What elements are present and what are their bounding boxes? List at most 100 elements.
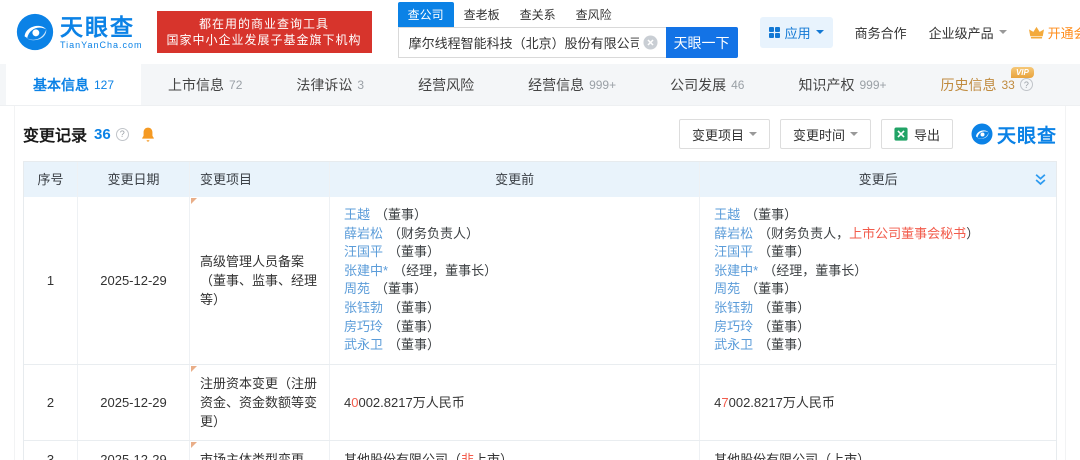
header-nav: 应用 商务合作 企业级产品 开通会员	[738, 17, 1080, 48]
tab[interactable]: 历史信息33VIP?	[914, 64, 1060, 105]
person-role: （董事）	[388, 319, 440, 334]
person-link[interactable]: 汪国平	[344, 244, 383, 259]
person-link[interactable]: 张钰勃	[344, 300, 383, 315]
change-date: 2025-12-29	[78, 365, 190, 440]
tab[interactable]: 上市信息72	[141, 64, 269, 105]
change-after: 其他股份有限公司（上市）	[700, 441, 1056, 460]
filter-dropdown[interactable]: 变更项目	[679, 119, 770, 149]
table-row: 22025-12-29注册资本变更（注册资金、资金数额等变更） 40002.821…	[24, 365, 1056, 441]
help-icon[interactable]: ?	[1020, 78, 1033, 91]
person-link[interactable]: 房巧玲	[344, 319, 383, 334]
person-entry: 薛岩松 （财务负责人）	[344, 225, 689, 244]
business-cooperation-link[interactable]: 商务合作	[855, 23, 907, 42]
person-link[interactable]: 王越	[344, 207, 370, 222]
chevron-down-icon	[999, 30, 1007, 38]
person-role: （经理，董事长）	[763, 263, 867, 278]
slogan-line-1: 都在用的商业查询工具	[167, 16, 362, 32]
person-link[interactable]: 张钰勃	[714, 300, 753, 315]
person-entry: 武永卫（董事）	[714, 336, 1046, 355]
person-link[interactable]: 周苑	[344, 281, 370, 296]
tab[interactable]: 经营风险	[391, 64, 501, 105]
section-title: 变更记录	[23, 122, 87, 146]
table-row: 32025-12-29市场主体类型变更其他股份有限公司（非上市）其他股份有限公司…	[24, 441, 1056, 460]
person-link[interactable]: 周苑	[714, 281, 740, 296]
person-entry: 周苑 （董事）	[344, 280, 689, 299]
tab[interactable]: 法律诉讼3	[269, 64, 391, 105]
person-role: （董事）	[758, 244, 810, 259]
person-entry: 薛岩松 （财务负责人，上市公司董事会秘书）	[714, 225, 1046, 244]
person-link[interactable]: 薛岩松	[714, 226, 753, 241]
search-tabs: 查公司查老板查关系查风险	[398, 3, 738, 27]
brand-domain: TianYanCha.com	[60, 40, 143, 50]
column-header: 变更项目	[190, 162, 330, 197]
export-button[interactable]: 导出	[881, 119, 953, 149]
person-role: （董事）	[375, 207, 427, 222]
person-link[interactable]: 武永卫	[714, 337, 753, 352]
person-link[interactable]: 张建中*	[714, 263, 758, 278]
main-content: 变更记录 36 ? 变更项目变更时间 导出	[14, 106, 1066, 460]
column-header: 变更前	[330, 162, 700, 197]
chevron-down-icon	[816, 30, 824, 38]
change-value: 47002.8217万人民币	[714, 393, 1046, 412]
person-role: （财务负责人）	[388, 226, 479, 241]
person-role: （董事）	[388, 337, 440, 352]
clear-search-icon[interactable]	[643, 35, 658, 50]
tab[interactable]: 经营信息999+	[501, 64, 643, 105]
person-entry: 房巧玲 （董事）	[344, 318, 689, 337]
change-after: 王越（董事）薛岩松（财务负责人，上市公司董事会秘书）汪国平（董事）张建中*（经理…	[700, 197, 1056, 364]
change-date: 2025-12-29	[78, 197, 190, 364]
person-role: （经理，董事长）	[393, 263, 497, 278]
change-date: 2025-12-29	[78, 441, 190, 460]
help-icon[interactable]: ?	[116, 128, 129, 141]
person-link[interactable]: 房巧玲	[714, 319, 753, 334]
person-role: （财务负责人，上市公司董事会秘书）	[758, 226, 979, 241]
column-header: 变更日期	[78, 162, 190, 197]
person-link[interactable]: 王越	[714, 207, 740, 222]
section-count: 36	[94, 126, 111, 143]
search-button[interactable]: 天眼一下	[666, 27, 738, 58]
search-tab[interactable]: 查关系	[510, 2, 566, 27]
monitor-bell-icon[interactable]	[141, 127, 155, 142]
search-tab[interactable]: 查公司	[398, 2, 454, 27]
tab[interactable]: 公司发展46	[643, 64, 771, 105]
column-header: 变更后	[700, 162, 1056, 197]
chevron-down-icon	[749, 132, 757, 140]
section-actions: 变更项目变更时间 导出	[669, 119, 1057, 149]
person-link[interactable]: 武永卫	[344, 337, 383, 352]
row-number: 2	[24, 365, 78, 440]
person-link[interactable]: 张建中*	[344, 263, 388, 278]
tianyancha-watermark: 天眼查	[971, 121, 1057, 148]
slogan-badge: 都在用的商业查询工具 国家中小企业发展子基金旗下机构	[157, 11, 372, 53]
change-item: 注册资本变更（注册资金、资金数额等变更）	[190, 365, 330, 440]
change-value: 40002.8217万人民币	[344, 393, 689, 412]
enterprise-products-menu[interactable]: 企业级产品	[929, 23, 1007, 42]
open-vip-menu[interactable]: 开通会员	[1029, 23, 1080, 42]
person-entry: 张钰勃（董事）	[714, 299, 1046, 318]
vip-badge: VIP	[1011, 67, 1034, 78]
person-link[interactable]: 汪国平	[714, 244, 753, 259]
person-role: （董事）	[745, 207, 797, 222]
person-entry: 房巧玲 （董事）	[714, 318, 1046, 337]
change-before: 其他股份有限公司（非上市）	[330, 441, 700, 460]
tab[interactable]: 知识产权999+	[771, 64, 913, 105]
person-role: （董事）	[758, 319, 810, 334]
tianyancha-page: 天眼查 TianYanCha.com 都在用的商业查询工具 国家中小企业发展子基…	[0, 0, 1080, 460]
filter-dropdown[interactable]: 变更时间	[780, 119, 871, 149]
tab[interactable]: 基本信息127	[6, 64, 141, 105]
search-tab[interactable]: 查风险	[566, 2, 622, 27]
search-input-wrap	[398, 27, 666, 58]
tianyancha-logo[interactable]: 天眼查 TianYanCha.com	[16, 13, 143, 51]
change-before: 王越 （董事） 薛岩松 （财务负责人） 汪国平 （董事） 张建中* （经理，董事长） 周苑 （董事…	[330, 197, 700, 364]
search-input[interactable]	[399, 35, 643, 50]
brand-name: 天眼查	[60, 14, 135, 40]
excel-icon	[894, 127, 908, 141]
search-tab[interactable]: 查老板	[454, 2, 510, 27]
collapse-double-chevron-icon[interactable]	[1034, 173, 1047, 187]
apps-menu[interactable]: 应用	[760, 17, 833, 48]
tianyancha-logo-icon	[16, 13, 54, 51]
person-role: （董事）	[375, 281, 427, 296]
person-entry: 张建中* （经理，董事长）	[344, 262, 689, 281]
person-link[interactable]: 薛岩松	[344, 226, 383, 241]
table-row: 12025-12-29高级管理人员备案（董事、监事、经理等）王越（董事）薛岩松（…	[24, 197, 1056, 365]
person-role: （董事）	[745, 281, 797, 296]
